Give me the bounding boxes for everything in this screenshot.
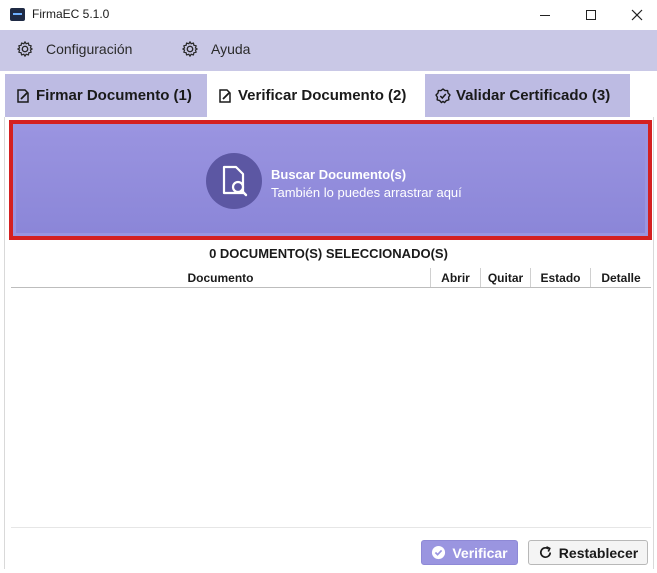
drop-zone-title: Buscar Documento(s) <box>271 167 407 182</box>
gear-icon <box>17 41 33 57</box>
menu-bar: Configuración Ayuda <box>0 30 657 71</box>
verificar-label: Verificar <box>452 544 508 561</box>
verified-badge-icon <box>432 545 446 560</box>
menu-configuracion[interactable]: Configuración <box>16 40 132 58</box>
documents-table-header: Documento Abrir Quitar Estado Detalle <box>11 268 651 288</box>
tab-firmar-label: Firmar Documento (1) <box>36 87 192 104</box>
column-header-abrir[interactable]: Abrir <box>430 268 480 287</box>
drop-zone-subtitle: También lo puedes arrastrar aquí <box>271 185 462 200</box>
column-header-quitar[interactable]: Quitar <box>480 268 530 287</box>
edit-document-icon <box>17 88 29 103</box>
refresh-icon <box>539 546 551 559</box>
tab-validar-certificado[interactable]: Validar Certificado (3) <box>425 74 630 117</box>
menu-ayuda[interactable]: Ayuda <box>181 40 250 58</box>
tab-strip: Firmar Documento (1) Verificar Documento… <box>0 71 657 117</box>
footer-divider <box>11 527 651 528</box>
close-icon <box>631 9 643 21</box>
menu-ayuda-label: Ayuda <box>211 41 251 57</box>
verificar-button[interactable]: Verificar <box>421 540 518 565</box>
column-header-detalle[interactable]: Detalle <box>590 268 651 287</box>
minimize-icon <box>540 14 550 16</box>
maximize-button[interactable] <box>568 0 614 30</box>
close-button[interactable] <box>614 0 657 30</box>
tab-verificar-label: Verificar Documento (2) <box>238 87 407 104</box>
tab-validar-label: Validar Certificado (3) <box>456 87 611 104</box>
selected-documents-count: 0 DOCUMENTO(S) SELECCIONADO(S) <box>209 246 448 261</box>
search-document-button[interactable] <box>206 153 262 209</box>
maximize-icon <box>586 10 596 20</box>
column-header-estado[interactable]: Estado <box>530 268 590 287</box>
app-logo-icon <box>10 8 25 21</box>
restablecer-button[interactable]: Restablecer <box>528 540 648 565</box>
restablecer-label: Restablecer <box>558 544 639 561</box>
minimize-button[interactable] <box>522 0 568 30</box>
drop-zone-surface: Buscar Documento(s) También lo puedes ar… <box>16 127 645 233</box>
document-drop-zone[interactable]: Buscar Documento(s) También lo puedes ar… <box>9 120 652 240</box>
menu-configuracion-label: Configuración <box>46 41 133 57</box>
search-document-icon <box>222 165 248 197</box>
verified-badge-icon <box>435 87 451 103</box>
title-bar: FirmaEC 5.1.0 <box>0 0 657 30</box>
tab-verificar-documento[interactable]: Verificar Documento (2) <box>207 74 425 117</box>
documents-table-body[interactable] <box>11 289 651 526</box>
column-header-documento[interactable]: Documento <box>11 268 430 287</box>
window-title: FirmaEC 5.1.0 <box>32 7 110 21</box>
edit-document-icon <box>219 88 231 103</box>
help-icon <box>182 41 198 57</box>
tab-firmar-documento[interactable]: Firmar Documento (1) <box>5 74 207 117</box>
